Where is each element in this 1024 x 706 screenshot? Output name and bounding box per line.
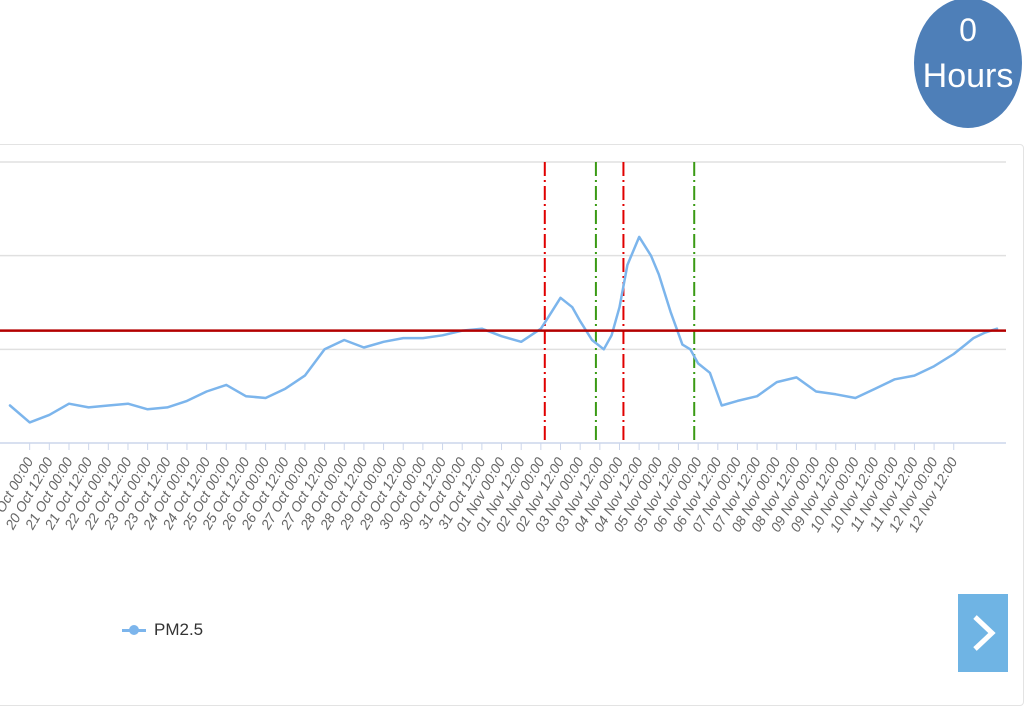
chevron-right-icon xyxy=(973,615,996,651)
legend-label: PM2.5 xyxy=(154,620,204,639)
legend-marker-icon xyxy=(122,624,146,636)
pm25-chart: 20 Oct 00:0020 Oct 12:0021 Oct 00:0021 O… xyxy=(0,161,1006,535)
chart-legend[interactable]: PM2.5 xyxy=(122,618,203,642)
next-button[interactable] xyxy=(958,594,1008,672)
